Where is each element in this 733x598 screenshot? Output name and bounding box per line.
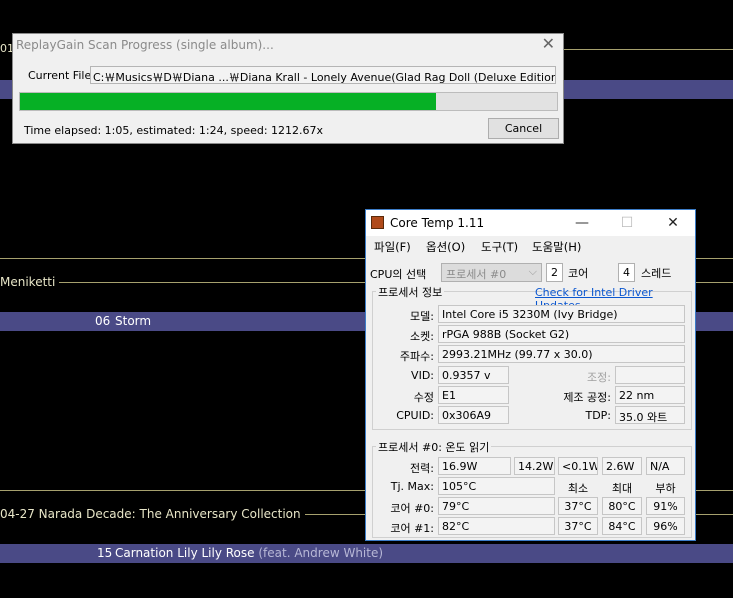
max-column-header: 최대 bbox=[611, 482, 633, 495]
socket-label: 소켓: bbox=[410, 330, 434, 343]
lithography-label: 제조 공정: bbox=[563, 391, 611, 404]
adjust-label: 조정: bbox=[587, 371, 611, 384]
tdp-label: TDP: bbox=[585, 409, 611, 422]
power-value-cores: 14.2W bbox=[514, 457, 555, 475]
threads-count: 4 bbox=[618, 263, 635, 282]
vid-value: 0.9357 v bbox=[438, 366, 509, 384]
power-value-gpu: N/A bbox=[646, 457, 685, 475]
core0-max: 80°C bbox=[602, 497, 642, 515]
track-title-text: Carnation Lily Lily Rose bbox=[115, 546, 255, 560]
core1-load: 96% bbox=[646, 517, 685, 535]
frequency-label: 주파수: bbox=[399, 350, 434, 363]
core0-temp: 79°C bbox=[438, 497, 555, 515]
temperature-title: 프로세서 #0: 온도 읽기 bbox=[376, 439, 492, 455]
progress-fill bbox=[20, 93, 437, 110]
window-title: Core Temp 1.11 bbox=[390, 216, 485, 230]
track-number: 15 bbox=[97, 546, 113, 560]
title-bar[interactable]: Core Temp 1.11 — ☐ ✕ bbox=[366, 210, 695, 236]
track-title: Storm bbox=[115, 314, 152, 328]
menu-tools[interactable]: 도구(T) bbox=[481, 239, 518, 255]
cores-count: 2 bbox=[546, 263, 563, 282]
cpu-select-dropdown[interactable]: 프로세서 #0 ⌵ bbox=[441, 263, 542, 282]
scan-progress-bar bbox=[19, 92, 558, 111]
cpu-select-label: CPU의 선택 bbox=[370, 268, 427, 281]
tjmax-label: Tj. Max: bbox=[390, 480, 434, 493]
current-file-label: Current File: bbox=[28, 69, 95, 82]
socket-value: rPGA 988B (Socket G2) bbox=[438, 325, 685, 343]
chevron-down-icon: ⌵ bbox=[528, 265, 537, 278]
menu-options[interactable]: 옵션(O) bbox=[426, 239, 465, 255]
frequency-value: 2993.21MHz (99.77 x 30.0) bbox=[438, 345, 685, 363]
processor-info-title: 프로세서 정보 bbox=[376, 284, 445, 300]
coretemp-app-icon bbox=[371, 216, 384, 229]
core1-max: 84°C bbox=[602, 517, 642, 535]
core0-min: 37°C bbox=[558, 497, 598, 515]
current-file-field[interactable]: C:￦Musics￦D￦Diana ...￦Diana Krall - Lone… bbox=[90, 66, 556, 84]
load-column-header: 부하 bbox=[655, 482, 676, 495]
dialog-title: ReplayGain Scan Progress (single album).… bbox=[16, 38, 274, 52]
core1-min: 37°C bbox=[558, 517, 598, 535]
cancel-button[interactable]: Cancel bbox=[488, 118, 559, 139]
min-column-header: 최소 bbox=[567, 482, 589, 495]
revision-value: E1 bbox=[438, 386, 509, 404]
album-group-header: 04-27 Narada Decade: The Anniversary Col… bbox=[0, 507, 305, 521]
menu-file[interactable]: 파일(F) bbox=[374, 239, 411, 255]
core1-label: 코어 #1: bbox=[390, 522, 434, 535]
replaygain-dialog: ReplayGain Scan Progress (single album).… bbox=[12, 33, 564, 144]
core1-temp: 82°C bbox=[438, 517, 555, 535]
coretemp-window: Core Temp 1.11 — ☐ ✕ 파일(F) 옵션(O) 도구(T) 도… bbox=[365, 209, 696, 541]
status-text: Time elapsed: 1:05, estimated: 1:24, spe… bbox=[24, 124, 324, 137]
threads-label: 스레드 bbox=[641, 267, 672, 280]
tjmax-value: 105°C bbox=[438, 477, 555, 495]
core0-label: 코어 #0: bbox=[390, 502, 434, 515]
power-value-dram: 2.6W bbox=[602, 457, 642, 475]
power-value-package: 16.9W bbox=[438, 457, 511, 475]
minimize-icon[interactable]: — bbox=[562, 213, 602, 233]
lithography-value: 22 nm bbox=[615, 386, 685, 404]
power-value-uncore: <0.1W bbox=[558, 457, 598, 475]
artist-group-header: Meniketti bbox=[0, 275, 60, 289]
model-value: Intel Core i5 3230M (Ivy Bridge) bbox=[438, 305, 685, 323]
track-title: Carnation Lily Lily Rose (feat. Andrew W… bbox=[115, 546, 383, 560]
close-icon[interactable]: ✕ bbox=[542, 36, 555, 52]
model-label: 모델: bbox=[410, 310, 434, 323]
maximize-icon[interactable]: ☐ bbox=[607, 213, 647, 233]
power-label: 전력: bbox=[410, 462, 434, 475]
track-featuring: (feat. Andrew White) bbox=[258, 546, 384, 560]
menu-help[interactable]: 도움말(H) bbox=[532, 239, 581, 255]
cpu-select-value: 프로세서 #0 bbox=[446, 268, 507, 281]
vid-label: VID: bbox=[411, 369, 434, 382]
cores-label: 코어 bbox=[568, 267, 589, 280]
revision-label: 수정 bbox=[413, 391, 434, 404]
close-icon[interactable]: ✕ bbox=[653, 213, 693, 233]
adjust-value bbox=[615, 366, 685, 384]
tdp-value: 35.0 와트 bbox=[615, 406, 685, 424]
cpuid-label: CPUID: bbox=[396, 409, 434, 422]
menu-bar: 파일(F) 옵션(O) 도구(T) 도움말(H) bbox=[366, 236, 695, 256]
track-number: 06 bbox=[95, 314, 111, 328]
core0-load: 91% bbox=[646, 497, 685, 515]
cpuid-value: 0x306A9 bbox=[438, 406, 509, 424]
